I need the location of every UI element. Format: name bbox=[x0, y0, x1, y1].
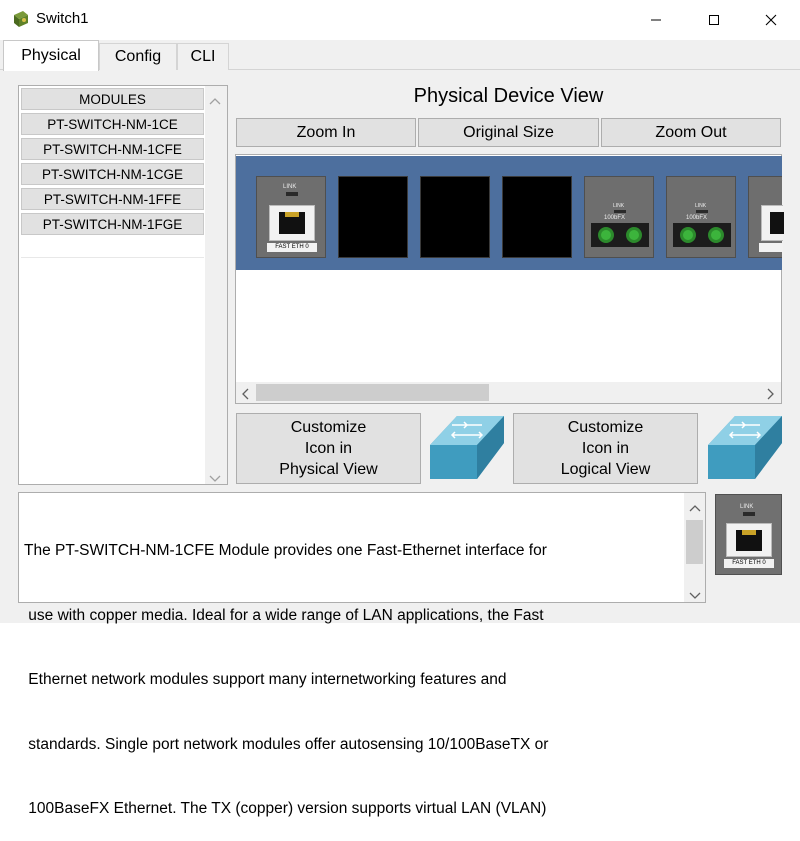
link-label: LINK bbox=[283, 184, 297, 190]
slot-copper-module[interactable]: LINK FAST ETH 0 bbox=[256, 176, 326, 258]
slot-copper-module-partial[interactable] bbox=[748, 176, 784, 258]
tab-cli[interactable]: CLI bbox=[177, 43, 229, 70]
list-divider bbox=[21, 257, 204, 258]
empty-slot[interactable] bbox=[420, 176, 490, 258]
customize-physical-icon-button[interactable]: Customize Icon in Physical View bbox=[236, 413, 421, 484]
link-led bbox=[286, 192, 298, 196]
fiber-port[interactable] bbox=[673, 223, 731, 247]
module-item[interactable]: PT-SWITCH-NM-1CE bbox=[21, 113, 204, 135]
zoom-out-button[interactable]: Zoom Out bbox=[601, 118, 781, 147]
button-label: Physical View bbox=[279, 461, 378, 478]
zoom-in-button[interactable]: Zoom In bbox=[236, 118, 416, 147]
link-label: LINK bbox=[613, 203, 625, 209]
scroll-thumb[interactable] bbox=[686, 520, 703, 564]
scroll-down-icon[interactable] bbox=[689, 587, 701, 605]
switch-logical-icon bbox=[705, 413, 785, 488]
description-line: standards. Single port network modules o… bbox=[24, 735, 549, 753]
slot-fiber-module[interactable]: LINK 100bFX bbox=[666, 176, 736, 258]
window-title: Switch1 bbox=[36, 10, 89, 27]
module-item[interactable]: PT-SWITCH-NM-1FGE bbox=[21, 213, 204, 235]
original-size-button[interactable]: Original Size bbox=[418, 118, 599, 147]
button-label: Customize bbox=[290, 419, 367, 436]
description-line: 100BaseFX Ethernet. The TX (copper) vers… bbox=[24, 800, 547, 817]
tab-config[interactable]: Config bbox=[99, 43, 177, 70]
minimize-button[interactable] bbox=[627, 0, 685, 40]
link-label: LINK bbox=[740, 504, 754, 510]
description-line: Ethernet network modules support many in… bbox=[24, 671, 507, 688]
scroll-up-icon[interactable] bbox=[689, 499, 701, 517]
ethernet-port bbox=[726, 523, 772, 557]
module-preview: LINK FAST ETH 0 bbox=[715, 494, 782, 575]
close-button[interactable] bbox=[742, 0, 800, 40]
maximize-icon bbox=[709, 15, 719, 25]
physical-view-title: Physical Device View bbox=[413, 85, 604, 107]
close-icon bbox=[765, 14, 777, 26]
link-led bbox=[743, 512, 755, 516]
maximize-button[interactable] bbox=[685, 0, 743, 40]
minimize-icon bbox=[651, 19, 661, 21]
customize-logical-icon-button[interactable]: Customize Icon in Logical View bbox=[513, 413, 698, 484]
module-item[interactable]: PT-SWITCH-NM-1FFE bbox=[21, 188, 204, 210]
tab-physical[interactable]: Physical bbox=[3, 40, 99, 71]
slot-fiber-module[interactable]: LINK 100bFX bbox=[584, 176, 654, 258]
scroll-right-icon[interactable] bbox=[767, 387, 775, 405]
modules-header[interactable]: MODULES bbox=[21, 88, 204, 110]
port-label: 100bFX bbox=[686, 215, 708, 221]
module-item[interactable]: PT-SWITCH-NM-1CGE bbox=[21, 163, 204, 185]
scroll-down-icon[interactable] bbox=[209, 470, 221, 488]
switch-physical-icon bbox=[427, 413, 507, 488]
ethernet-port[interactable] bbox=[269, 205, 315, 241]
port-label: FAST ETH 0 bbox=[267, 243, 317, 252]
link-led bbox=[614, 210, 626, 213]
scroll-up-icon[interactable] bbox=[209, 92, 221, 110]
link-label: LINK bbox=[695, 203, 707, 209]
link-led bbox=[696, 210, 708, 213]
empty-slot[interactable] bbox=[502, 176, 572, 258]
button-label: Icon in bbox=[581, 440, 630, 457]
module-item[interactable]: PT-SWITCH-NM-1CFE bbox=[21, 138, 204, 160]
description-text: The PT-SWITCH-NM-1CFE Module provides on… bbox=[24, 497, 679, 841]
scroll-thumb[interactable] bbox=[256, 384, 489, 401]
port-label: FAST ETH 0 bbox=[724, 559, 774, 568]
button-label: Customize bbox=[567, 419, 644, 436]
description-line: The PT-SWITCH-NM-1CFE Module provides on… bbox=[24, 542, 547, 559]
scroll-left-icon[interactable] bbox=[241, 387, 249, 405]
port-label: 100bFX bbox=[604, 215, 626, 221]
empty-slot[interactable] bbox=[338, 176, 408, 258]
button-label: Logical View bbox=[560, 461, 651, 478]
modules-scrollbar[interactable] bbox=[205, 86, 227, 484]
fiber-port[interactable] bbox=[591, 223, 649, 247]
app-icon bbox=[11, 9, 31, 29]
button-label: Icon in bbox=[304, 440, 353, 457]
